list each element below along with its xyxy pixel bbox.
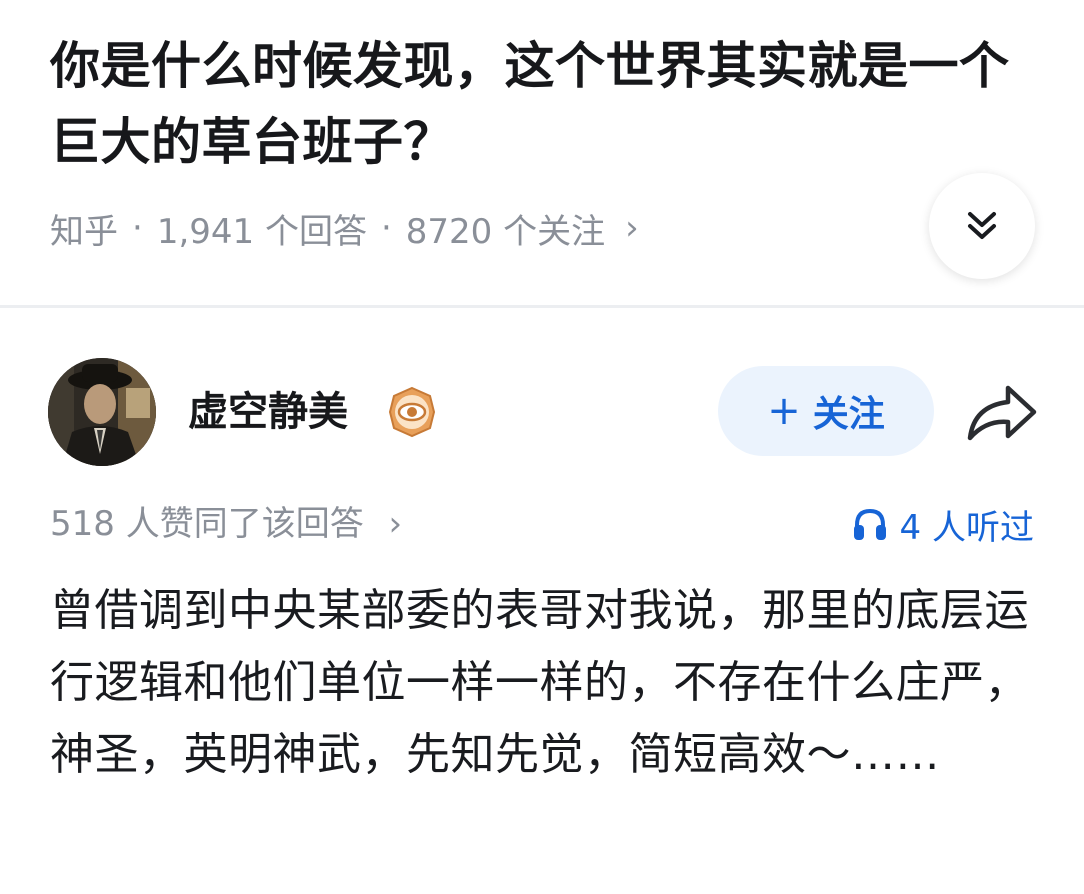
avatar-image: [48, 358, 156, 466]
follow-label: 关注: [812, 394, 885, 435]
share-icon[interactable]: [964, 380, 1040, 444]
author-name[interactable]: 虚空静美: [188, 384, 348, 440]
chevron-right-icon: ›: [625, 208, 639, 248]
expand-question-button[interactable]: [929, 173, 1035, 279]
question-title[interactable]: 你是什么时候发现，这个世界其实就是一个巨大的草台班子？: [50, 28, 1040, 180]
answer-text[interactable]: 曾借调到中央某部委的表哥对我说，那里的底层运行逻辑和他们单位一样一样的，不存在什…: [50, 575, 1040, 791]
answer-page: 你是什么时候发现，这个世界其实就是一个巨大的草台班子？ 知乎 · 1,941 个…: [0, 0, 1084, 894]
listen-count-label: 4 人听过: [899, 507, 1034, 548]
section-divider: [0, 305, 1084, 308]
chevron-right-icon: ›: [388, 504, 403, 544]
plus-icon: +: [767, 388, 801, 434]
follower-count: 8720 个关注: [405, 211, 606, 252]
source-label: 知乎: [50, 211, 118, 252]
headphones-icon: [853, 508, 886, 540]
avatar[interactable]: [48, 358, 156, 466]
question-meta[interactable]: 知乎 · 1,941 个回答 · 8720 个关注 ›: [50, 202, 639, 254]
vote-count-label: 518 人赞同了该回答: [50, 504, 364, 544]
follow-button[interactable]: + 关注: [718, 366, 934, 456]
listen-count[interactable]: 4 人听过: [852, 500, 1034, 548]
answer-count: 1,941 个回答: [156, 211, 367, 252]
double-chevron-down-icon: [968, 212, 996, 239]
vote-count[interactable]: 518 人赞同了该回答 ›: [50, 500, 402, 548]
meta-separator: ·: [380, 208, 392, 248]
eye-badge-icon: [388, 386, 436, 438]
meta-separator: ·: [132, 208, 143, 248]
